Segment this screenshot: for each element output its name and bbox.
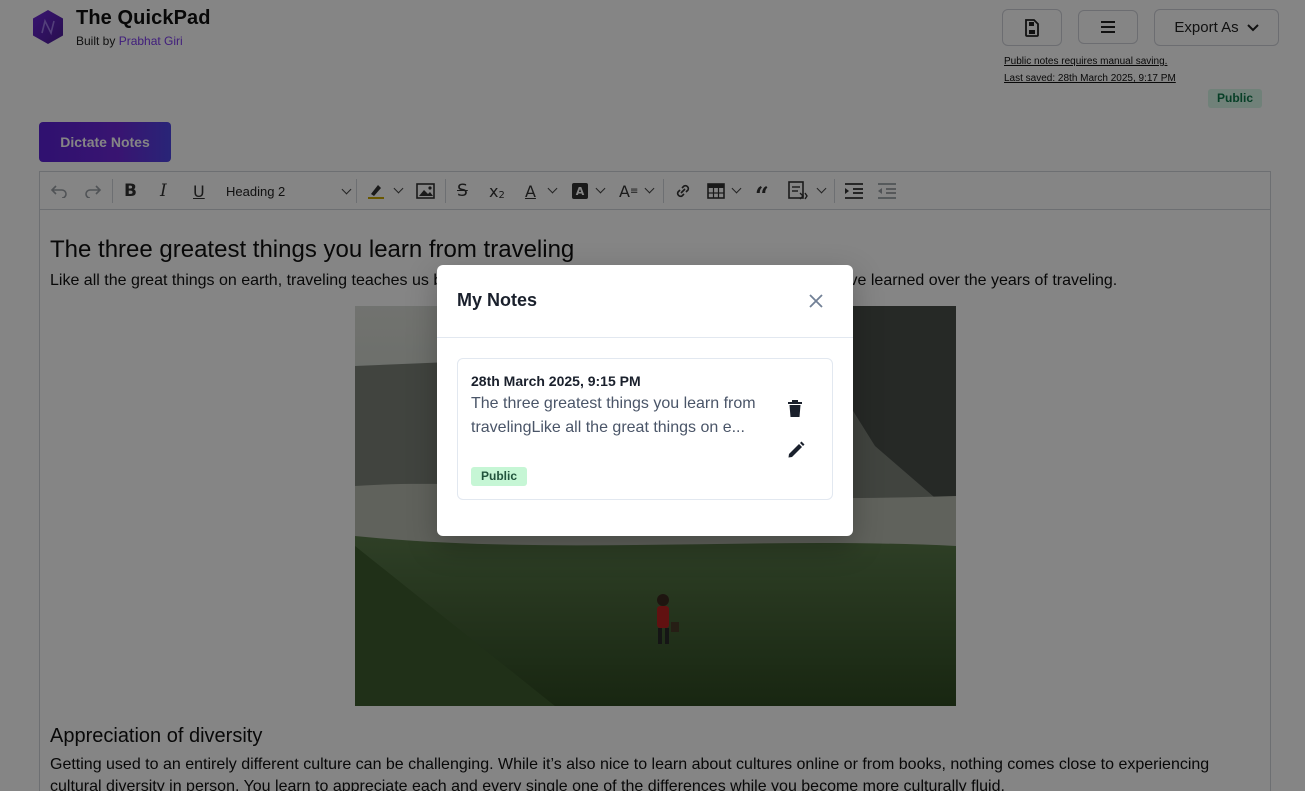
modal-title: My Notes <box>457 290 538 310</box>
close-icon[interactable] <box>807 292 825 310</box>
note-preview: The three greatest things you learn from… <box>471 395 756 436</box>
note-card[interactable]: 28th March 2025, 9:15 PM The three great… <box>457 358 833 500</box>
modal-divider <box>437 337 853 338</box>
note-visibility-badge: Public <box>471 467 528 486</box>
note-date: 28th March 2025, 9:15 PM <box>471 373 641 389</box>
pencil-icon[interactable] <box>787 441 805 459</box>
trash-icon[interactable] <box>787 400 803 418</box>
my-notes-modal: My Notes 28th March 2025, 9:15 PM The th… <box>437 265 853 536</box>
